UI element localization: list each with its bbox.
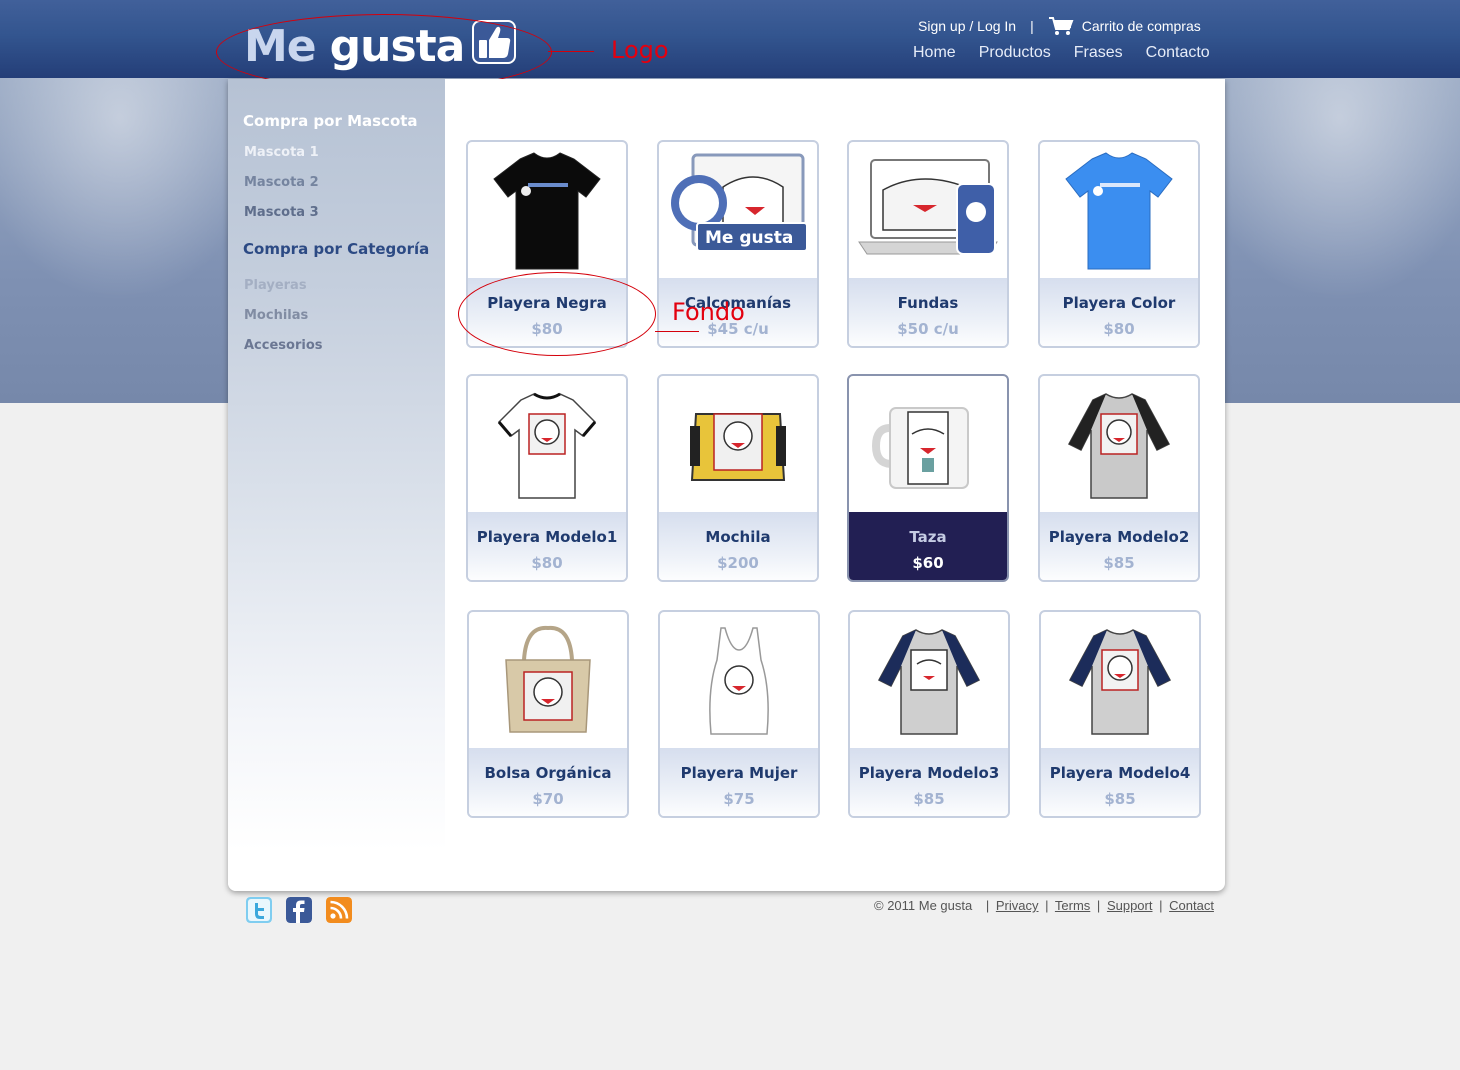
product-name: Taza: [909, 528, 947, 546]
facebook-icon[interactable]: [286, 897, 312, 923]
twitter-icon[interactable]: [246, 897, 272, 923]
cart-icon[interactable]: [1048, 15, 1074, 37]
product-price: $85: [913, 790, 945, 808]
product-image: [469, 612, 627, 748]
product-image: [659, 376, 817, 512]
footer-link-terms[interactable]: Terms: [1055, 898, 1090, 913]
product-name: Playera Mujer: [680, 764, 798, 782]
mug-icon: [871, 407, 969, 489]
product-name: Fundas: [897, 294, 959, 312]
footer-link-contact[interactable]: Contact: [1169, 898, 1214, 913]
product-price: $85: [1103, 554, 1135, 572]
fondo-annotation-label: Fondo: [672, 298, 745, 326]
product-image: Me gusta: [659, 142, 817, 278]
product-price: $80: [1103, 320, 1135, 338]
product-name: Bolsa Orgánica: [484, 764, 612, 782]
sidebar-heading-mascota: Compra por Mascota: [243, 112, 418, 130]
product-image: [660, 612, 818, 748]
rss-icon[interactable]: [326, 897, 352, 923]
footer-link-privacy[interactable]: Privacy: [996, 898, 1039, 913]
nav-contacto[interactable]: Contacto: [1146, 44, 1210, 62]
sidebar-item-mochilas[interactable]: Mochilas: [244, 308, 308, 323]
stickers-icon: Me gusta: [671, 153, 808, 252]
product-tile-fundas[interactable]: Fundas $50 c/u: [847, 140, 1009, 348]
logo-annotation-label: Logo: [611, 36, 669, 64]
header-bar: [0, 0, 1460, 78]
white-ringer-tshirt-icon: [497, 392, 597, 499]
product-image: [1040, 376, 1198, 512]
nav-frases[interactable]: Frases: [1074, 44, 1123, 62]
product-image: [468, 376, 626, 512]
sidebar-item-playeras[interactable]: Playeras: [244, 278, 307, 293]
product-image: [849, 142, 1007, 278]
copyright: © 2011 Me gusta: [874, 898, 973, 913]
product-price: $60: [912, 554, 944, 572]
product-name: Playera Modelo1: [476, 528, 618, 546]
product-price: $80: [531, 554, 563, 572]
product-price: $50 c/u: [897, 320, 959, 338]
sidebar: Compra por Mascota Mascota 1 Mascota 2 M…: [228, 79, 445, 891]
product-tile-mochila[interactable]: Mochila $200: [657, 374, 819, 582]
sidebar-item-accesorios[interactable]: Accesorios: [244, 338, 323, 353]
tank-top-icon: [709, 627, 769, 735]
navy-raglan-tshirt-icon: [1068, 629, 1172, 735]
product-name: Playera Modelo4: [1049, 764, 1191, 782]
product-name: Playera Color: [1062, 294, 1176, 312]
top-links-separator: |: [1030, 18, 1034, 34]
black-tshirt-icon: [493, 152, 601, 270]
product-tile-taza[interactable]: Taza $60: [847, 374, 1009, 582]
navy-raglan-tshirt-icon: [877, 629, 981, 735]
sidebar-item-mascota-1[interactable]: Mascota 1: [244, 145, 319, 160]
product-price: $70: [532, 790, 564, 808]
sidebar-heading-categoria: Compra por Categoría: [243, 240, 430, 258]
fondo-annotation-ellipse: [458, 272, 656, 356]
laptop-skin-icon: [858, 159, 998, 255]
product-image: [468, 142, 626, 278]
sidebar-item-mascota-3[interactable]: Mascota 3: [244, 205, 319, 220]
tote-bag-icon: [505, 625, 591, 733]
product-price: $85: [1104, 790, 1136, 808]
product-name: Mochila: [705, 528, 771, 546]
product-name: Playera Modelo3: [858, 764, 1000, 782]
messenger-bag-icon: [690, 413, 786, 481]
product-tile-playera-mujer[interactable]: Playera Mujer $75: [658, 610, 820, 818]
product-price: $75: [723, 790, 755, 808]
product-tile-playera-modelo1[interactable]: Playera Modelo1 $80: [466, 374, 628, 582]
footer: © 2011 Me gusta | Privacy | Terms | Supp…: [874, 898, 1214, 913]
product-image: [850, 612, 1008, 748]
product-image: [1041, 612, 1199, 748]
nav-productos[interactable]: Productos: [979, 44, 1051, 62]
product-image: [1040, 142, 1198, 278]
product-name: Playera Modelo2: [1048, 528, 1190, 546]
main-nav: Home Productos Frases Contacto: [913, 44, 1210, 62]
fondo-annotation-line: [655, 331, 699, 332]
sidebar-item-mascota-2[interactable]: Mascota 2: [244, 175, 319, 190]
top-links: Sign up / Log In | Carrito de compras: [918, 15, 1201, 37]
blue-tshirt-icon: [1065, 152, 1173, 270]
raglan-tshirt-icon: [1067, 393, 1171, 499]
logo-annotation-line: [548, 51, 594, 52]
cart-link[interactable]: Carrito de compras: [1082, 18, 1201, 34]
product-image: [849, 376, 1007, 512]
product-tile-playera-modelo3[interactable]: Playera Modelo3 $85: [848, 610, 1010, 818]
nav-home[interactable]: Home: [913, 44, 956, 62]
product-tile-playera-modelo2[interactable]: Playera Modelo2 $85: [1038, 374, 1200, 582]
footer-link-support[interactable]: Support: [1107, 898, 1153, 913]
product-tile-bolsa-organica[interactable]: Bolsa Orgánica $70: [467, 610, 629, 818]
product-tile-playera-modelo4[interactable]: Playera Modelo4 $85: [1039, 610, 1201, 818]
product-price: $200: [717, 554, 759, 572]
product-tile-playera-color[interactable]: Playera Color $80: [1038, 140, 1200, 348]
svg-text:Me gusta: Me gusta: [705, 228, 793, 248]
signup-login-link[interactable]: Sign up / Log In: [918, 18, 1016, 34]
